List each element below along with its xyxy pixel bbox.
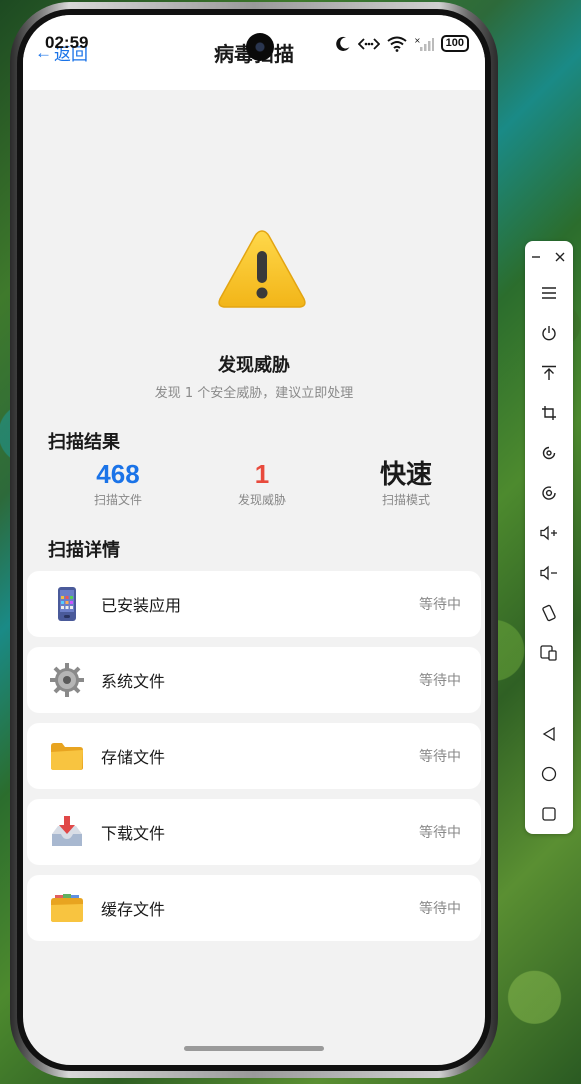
recents-nav-button[interactable] bbox=[525, 799, 573, 829]
stat-label: 扫描模式 bbox=[381, 493, 430, 507]
close-icon bbox=[555, 252, 565, 262]
signal-icon: × bbox=[414, 36, 434, 51]
moon-icon bbox=[335, 36, 350, 51]
card-file-box-icon bbox=[51, 894, 83, 922]
menu-button[interactable] bbox=[525, 278, 573, 308]
list-item-label: 已安装应用 bbox=[101, 596, 182, 615]
list-item-status: 等待中 bbox=[419, 749, 461, 765]
home-indicator[interactable] bbox=[184, 1046, 324, 1051]
front-camera bbox=[246, 33, 274, 61]
minimize-icon bbox=[532, 256, 540, 258]
power-button[interactable] bbox=[525, 318, 573, 348]
record-button[interactable] bbox=[525, 478, 573, 508]
list-item-label: 缓存文件 bbox=[101, 900, 166, 919]
record-icon bbox=[542, 486, 556, 500]
list-item-storage-files[interactable]: 存储文件 等待中 bbox=[27, 723, 481, 789]
recents-square-icon bbox=[542, 807, 556, 821]
crop-button[interactable] bbox=[525, 398, 573, 428]
results-section-title: 扫描结果 bbox=[48, 432, 120, 453]
phone-frame: ← 返回 02:59 病毒扫描 × 100 bbox=[10, 2, 498, 1078]
volume-down-button[interactable] bbox=[525, 558, 573, 588]
list-item-status: 等待中 bbox=[419, 825, 461, 841]
alert-title: 发现威胁 bbox=[218, 355, 290, 376]
device-switch-icon bbox=[540, 645, 557, 661]
warning-icon bbox=[218, 230, 306, 308]
close-button[interactable] bbox=[547, 242, 573, 272]
back-nav-button[interactable] bbox=[525, 719, 573, 749]
stat-threats-found: 1 发现威胁 bbox=[192, 459, 332, 508]
battery-indicator: 100 bbox=[440, 35, 469, 52]
stat-scan-mode: 快速 扫描模式 bbox=[336, 459, 476, 508]
stat-value: 468 bbox=[96, 459, 140, 489]
mobile-phone-icon bbox=[58, 587, 76, 621]
stat-value: 1 bbox=[254, 459, 270, 489]
volume-up-icon bbox=[540, 525, 557, 541]
rotate-screen-icon bbox=[542, 604, 556, 622]
details-section-title: 扫描详情 bbox=[48, 540, 120, 561]
list-item-system-files[interactable]: 系统文件 等待中 bbox=[27, 647, 481, 713]
folder-icon bbox=[51, 743, 83, 770]
power-icon bbox=[542, 326, 556, 341]
data-transfer-icon bbox=[357, 37, 380, 50]
header-bar: ← 返回 02:59 病毒扫描 × 100 bbox=[23, 15, 485, 90]
wifi-icon bbox=[387, 36, 407, 52]
list-item-download-files[interactable]: 下载文件 等待中 bbox=[27, 799, 481, 865]
app-screen: ← 返回 02:59 病毒扫描 × 100 bbox=[23, 15, 485, 1065]
minimize-button[interactable] bbox=[523, 242, 549, 272]
crop-icon bbox=[542, 406, 556, 420]
menu-icon bbox=[542, 287, 556, 299]
list-item-status: 等待中 bbox=[419, 673, 461, 689]
home-circle-icon bbox=[541, 766, 557, 782]
volume-up-button[interactable] bbox=[525, 518, 573, 548]
emulator-toolbar bbox=[525, 241, 573, 834]
scan-stats: 468 扫描文件 1 发现威胁 快速 扫描模式 bbox=[48, 459, 460, 519]
volume-down-icon bbox=[540, 565, 557, 581]
inbox-tray-icon bbox=[52, 816, 82, 846]
stat-label: 发现威胁 bbox=[237, 493, 286, 507]
rotate-icon bbox=[542, 446, 556, 460]
list-item-label: 存储文件 bbox=[101, 748, 166, 767]
back-triangle-icon bbox=[542, 726, 555, 742]
status-icons: × 100 bbox=[335, 35, 469, 52]
gear-icon bbox=[50, 663, 84, 697]
home-nav-button[interactable] bbox=[525, 759, 573, 789]
list-item-installed-apps[interactable]: 已安装应用 等待中 bbox=[27, 571, 481, 637]
stat-value: 快速 bbox=[379, 459, 432, 489]
stat-label: 扫描文件 bbox=[93, 493, 142, 507]
rotate-button[interactable] bbox=[525, 438, 573, 468]
stat-scanned-files: 468 扫描文件 bbox=[48, 459, 188, 508]
alert-subtitle: 发现 1 个安全威胁，建议立即处理 bbox=[154, 386, 354, 401]
list-item-status: 等待中 bbox=[419, 597, 461, 613]
list-item-status: 等待中 bbox=[419, 901, 461, 917]
list-item-cache-files[interactable]: 缓存文件 等待中 bbox=[27, 875, 481, 941]
list-item-label: 系统文件 bbox=[101, 672, 166, 691]
rotate-screen-button[interactable] bbox=[525, 598, 573, 628]
device-switch-button[interactable] bbox=[525, 638, 573, 668]
upload-button[interactable] bbox=[525, 358, 573, 388]
upload-icon bbox=[542, 365, 556, 380]
svg-text:×: × bbox=[414, 36, 421, 45]
list-item-label: 下载文件 bbox=[101, 824, 166, 843]
